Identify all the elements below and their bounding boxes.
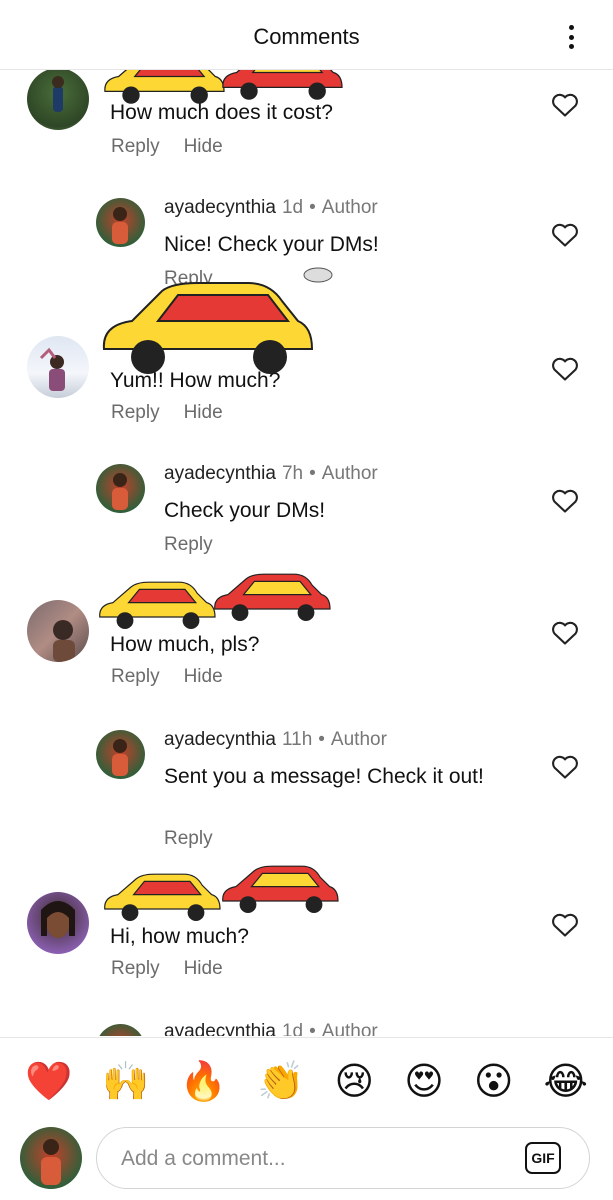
heart-icon[interactable] (551, 222, 579, 248)
comment-time: 7h (281, 463, 304, 484)
avatar[interactable] (27, 600, 89, 662)
hide-button[interactable]: Hide (184, 666, 223, 687)
heart-icon[interactable] (551, 356, 579, 382)
reaction-fire[interactable]: 🔥 (180, 1062, 227, 1100)
comment-actions: Reply (164, 268, 237, 290)
username[interactable]: ayadecynthia (164, 463, 276, 484)
author-badge: Author (330, 729, 387, 750)
more-vertical-icon[interactable] (559, 22, 583, 52)
hide-button[interactable]: Hide (184, 402, 223, 423)
reaction-heart-eyes[interactable]: 😍 (404, 1062, 444, 1100)
separator-dot: • (309, 463, 316, 484)
comments-sheet: Comments How much does it cost? Reply Hid… (0, 0, 613, 1200)
reply-button[interactable]: Reply (164, 268, 213, 289)
avatar[interactable] (27, 892, 89, 954)
comment-composer: Add a comment... GIF (0, 1123, 613, 1200)
hide-button[interactable]: Hide (184, 958, 223, 979)
page-title: Comments (253, 24, 360, 49)
heart-icon[interactable] (551, 912, 579, 938)
comment-text: Yum!! How much? (110, 369, 281, 392)
comment-author-line: ayadecynthia 11h • Author (164, 729, 387, 751)
reaction-surprised[interactable]: 😮 (474, 1062, 514, 1100)
reply-button[interactable]: Reply (111, 402, 160, 423)
comment-time: 11h (281, 729, 313, 750)
avatar[interactable] (96, 1024, 145, 1036)
heart-icon[interactable] (551, 754, 579, 780)
heart-icon[interactable] (551, 488, 579, 514)
heart-icon[interactable] (551, 620, 579, 646)
heart-icon[interactable] (551, 92, 579, 118)
quick-reactions-bar: ❤️ 🙌 🔥 👏 😢 😍 😮 😂 (0, 1037, 613, 1123)
comment-text: Nice! Check your DMs! (164, 233, 379, 256)
separator-dot: • (309, 1021, 316, 1036)
reaction-cry[interactable]: 😢 (335, 1062, 375, 1100)
reply-button[interactable]: Reply (111, 958, 160, 979)
comment-actions: Reply Hide (111, 402, 247, 424)
comment-input[interactable]: Add a comment... GIF (96, 1127, 590, 1189)
gif-button[interactable]: GIF (525, 1142, 561, 1174)
comment-time: 1d (281, 1021, 304, 1036)
author-badge: Author (321, 197, 378, 218)
comment-text: How much, pls? (110, 633, 260, 656)
avatar[interactable] (27, 336, 89, 398)
comment-author-line: ayadecynthia 1d • Author (164, 197, 378, 219)
comment-time: 1d (281, 197, 304, 218)
username[interactable]: ayadecynthia (164, 729, 276, 750)
comments-header: Comments (0, 0, 613, 70)
reply-button[interactable]: Reply (164, 534, 213, 555)
comment-actions: Reply Hide (111, 666, 247, 688)
reply-button[interactable]: Reply (111, 136, 160, 157)
comment-actions: Reply Hide (111, 136, 247, 158)
reaction-heart[interactable]: ❤️ (25, 1062, 72, 1100)
avatar[interactable] (27, 70, 89, 130)
author-badge: Author (321, 1021, 378, 1036)
comment-author-line: ayadecynthia 1d • Author (164, 1021, 378, 1036)
comment-input-placeholder: Add a comment... (121, 1147, 286, 1170)
comment-actions: Reply (164, 828, 237, 850)
comment-text: Sent you a message! Check it out! (164, 765, 484, 788)
separator-dot: • (318, 729, 325, 750)
avatar[interactable] (20, 1127, 82, 1189)
reaction-clap[interactable]: 👏 (257, 1062, 304, 1100)
author-badge: Author (321, 463, 378, 484)
separator-dot: • (309, 197, 316, 218)
username[interactable]: ayadecynthia (164, 197, 276, 218)
reply-button[interactable]: Reply (111, 666, 160, 687)
comment-text: Check your DMs! (164, 499, 326, 522)
comment-actions: Reply Hide (111, 958, 247, 980)
comment-text: Hi, how much? (110, 925, 249, 948)
username[interactable]: ayadecynthia (164, 1021, 276, 1036)
reply-button[interactable]: Reply (164, 828, 213, 849)
avatar[interactable] (96, 730, 145, 779)
comment-text: How much does it cost? (110, 101, 333, 124)
reaction-raising-hands[interactable]: 🙌 (102, 1062, 149, 1100)
reaction-laugh[interactable]: 😂 (544, 1062, 588, 1100)
comment-actions: Reply (164, 534, 237, 556)
avatar[interactable] (96, 198, 145, 247)
avatar[interactable] (96, 464, 145, 513)
comment-author-line: ayadecynthia 7h • Author (164, 463, 378, 485)
comments-list[interactable]: How much does it cost? Reply Hide ayadecy… (0, 70, 613, 1036)
hide-button[interactable]: Hide (184, 136, 223, 157)
